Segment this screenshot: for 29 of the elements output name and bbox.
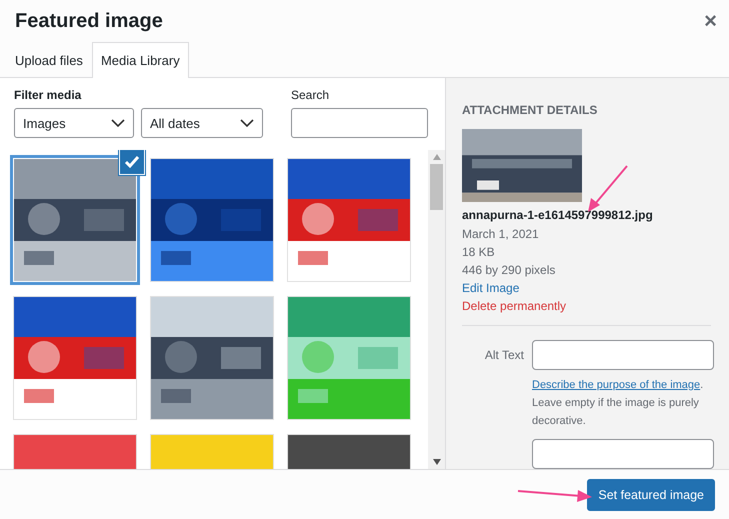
set-featured-image-button[interactable]: Set featured image (587, 478, 715, 510)
title-field[interactable] (532, 439, 714, 469)
file-size: 18 KB (462, 244, 495, 261)
scroll-down-icon[interactable] (432, 459, 440, 465)
tab[interactable]: Media Library (92, 42, 189, 78)
upload-date: March 1, 2021 (462, 226, 539, 243)
tab[interactable]: Upload files (6, 42, 92, 77)
search-label: Search (291, 88, 330, 102)
help-text: Describe the purpose of the image. Leave empty if the image is purely decorative. (532, 378, 704, 429)
help-link[interactable]: Describe the purpose of the image (532, 379, 700, 391)
file-name: annapurna-1-e1614597999812.jpg (462, 208, 653, 222)
type-dropdown[interactable]: Images (14, 108, 134, 138)
date-dropdown[interactable]: All dates (141, 108, 263, 138)
alt-text-field[interactable] (532, 340, 714, 370)
edit-image-link[interactable]: Edit Image (462, 279, 520, 297)
alt-text-label: Alt Text (484, 347, 524, 364)
chevron-down-icon (240, 119, 254, 127)
filter-label: Filter media (14, 88, 82, 102)
section-heading: ATTACHMENT DETAILS (462, 103, 598, 117)
close-button[interactable]: × (700, 8, 721, 34)
scrollbar[interactable] (428, 150, 445, 469)
delete-link[interactable]: Delete permanently (462, 297, 566, 315)
dialog-title: Featured image (15, 10, 163, 32)
search-field[interactable] (291, 108, 428, 138)
checkmark-icon[interactable] (119, 150, 145, 175)
image-dimensions: 446 by 290 pixels (462, 262, 556, 279)
chevron-down-icon (111, 119, 125, 127)
scroll-thumb[interactable] (430, 164, 443, 210)
scroll-up-icon[interactable] (432, 154, 440, 160)
